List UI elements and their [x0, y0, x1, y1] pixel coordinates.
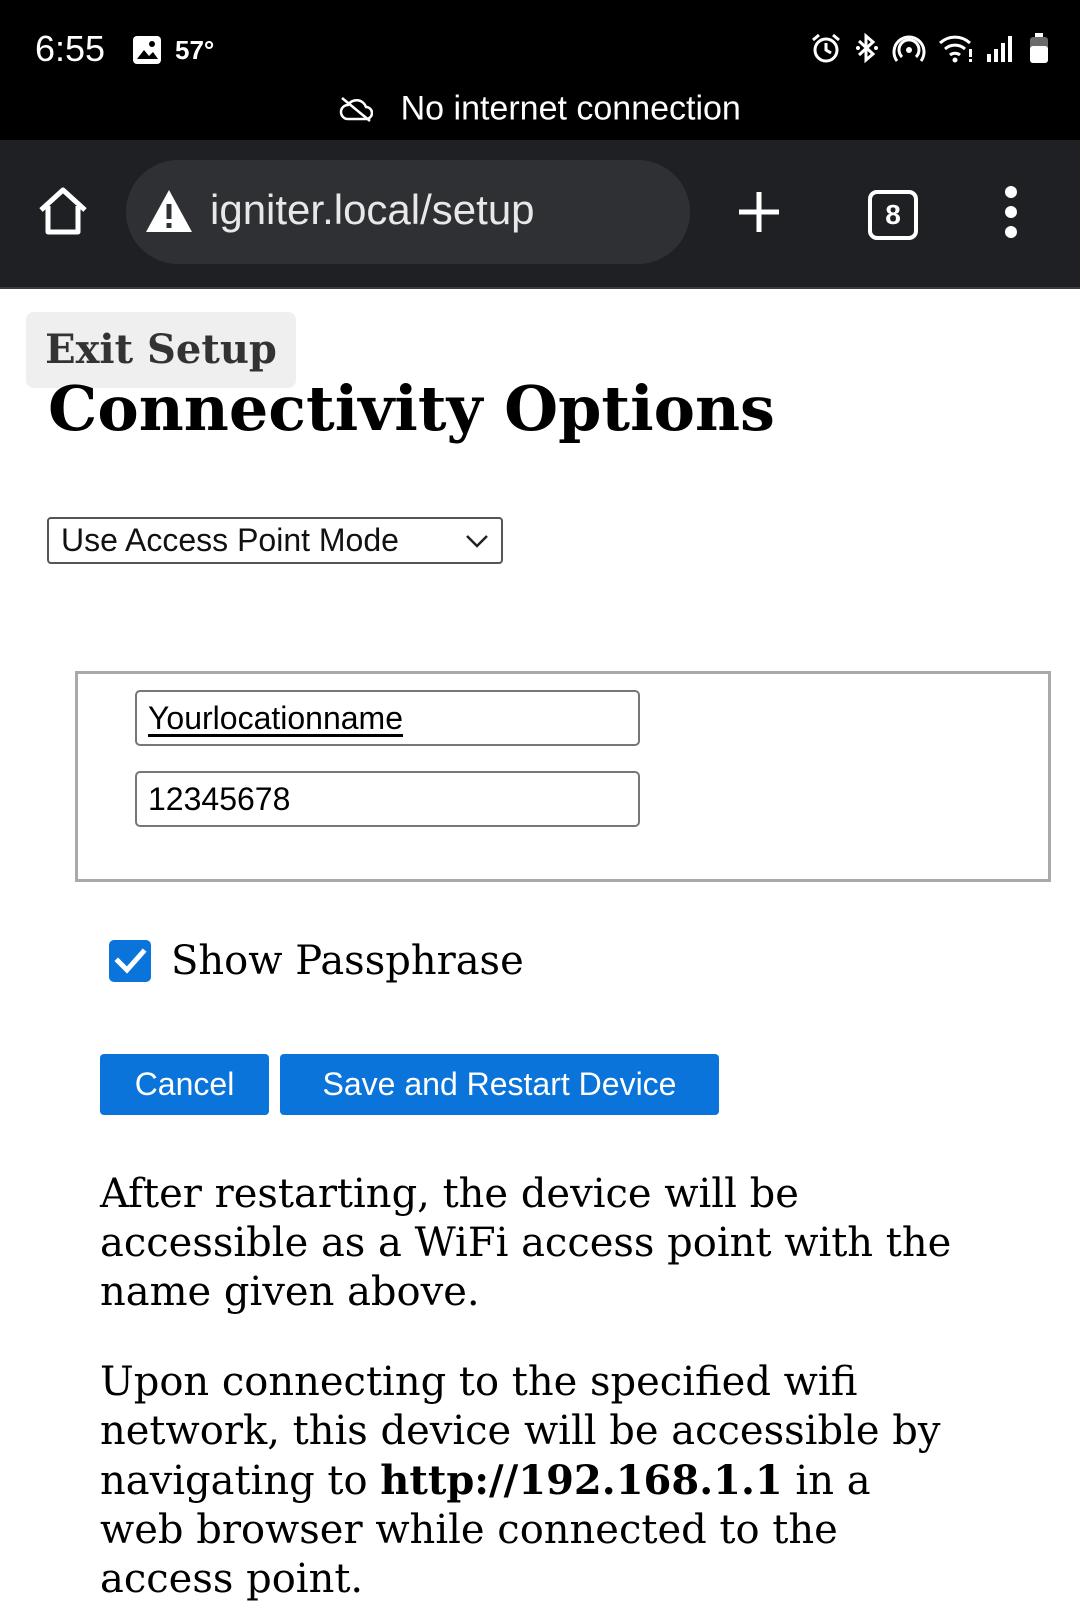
connectivity-mode-value: Use Access Point Mode [61, 522, 399, 558]
warning-icon[interactable] [144, 188, 194, 234]
battery-icon [1030, 33, 1048, 63]
home-icon[interactable] [36, 184, 90, 238]
status-time: 6:55 [35, 28, 106, 69]
passphrase-value: 12345678 [148, 781, 291, 817]
connection-status: No internet connection [0, 88, 1080, 129]
cancel-button[interactable]: Cancel [100, 1054, 269, 1115]
status-temperature: 57° [175, 35, 215, 65]
photo-icon [133, 36, 161, 64]
alarm-icon [812, 33, 840, 63]
passphrase-input[interactable]: 12345678 [135, 771, 640, 827]
page-title: Connectivity Options [48, 372, 775, 445]
cloud-off-icon [339, 97, 374, 122]
status-bar: 6:55 57° No internet connection [0, 0, 1080, 140]
bluetooth-icon [856, 32, 878, 64]
checkmark-icon [114, 948, 147, 974]
info-access-point-text: After restarting, the device will be acc… [100, 1171, 952, 1315]
url-text[interactable]: igniter.local/setup [210, 186, 535, 234]
browser-toolbar: igniter.local/setup 8 [0, 140, 1080, 289]
show-passphrase-checkbox[interactable] [109, 940, 151, 982]
more-menu-icon[interactable] [1003, 184, 1019, 240]
save-restart-button[interactable]: Save and Restart Device [280, 1054, 719, 1115]
wifi-icon [938, 35, 972, 63]
ssid-value: Yourlocationname [148, 700, 403, 736]
hotspot-icon [892, 35, 926, 62]
tabs-icon[interactable]: 8 [868, 190, 918, 240]
status-icons [810, 32, 1050, 64]
show-passphrase-label[interactable]: Show Passphrase [171, 938, 524, 984]
signal-icon [987, 36, 1012, 62]
ssid-input[interactable]: Yourlocationname [135, 690, 640, 746]
tab-count: 8 [885, 199, 901, 230]
connection-status-text: No internet connection [400, 89, 741, 128]
connectivity-mode-select[interactable]: Use Access Point Mode [47, 517, 503, 564]
chevron-down-icon [466, 535, 488, 548]
new-tab-icon[interactable] [735, 188, 783, 236]
info-connect-text: Upon connecting to the specified wifi ne… [100, 1358, 960, 1604]
address-bar[interactable]: igniter.local/setup [126, 160, 690, 264]
device-url: http://192.168.1.1 [380, 1457, 783, 1504]
